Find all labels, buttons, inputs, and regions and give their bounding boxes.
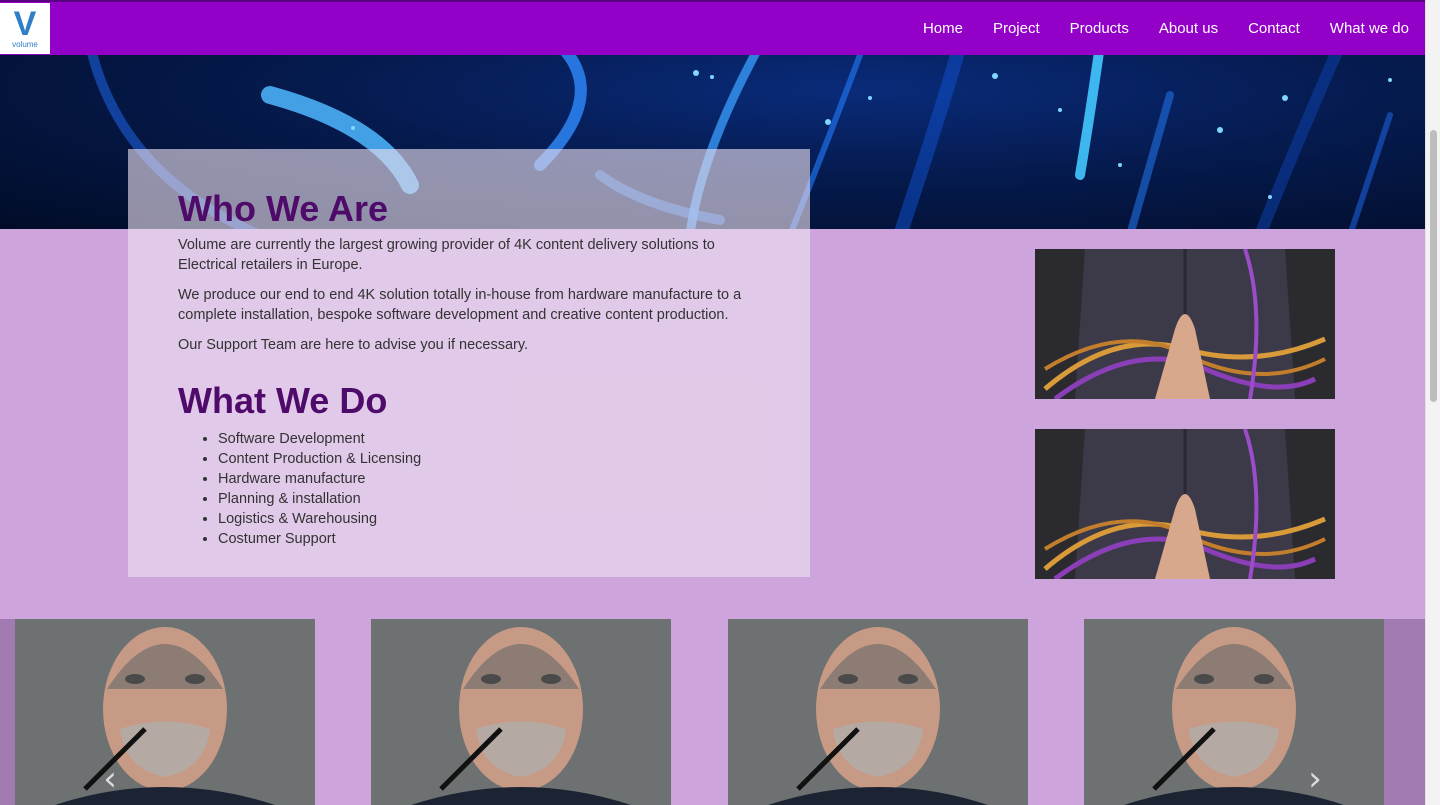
nav-about-us[interactable]: About us [1159,20,1218,37]
page: V volume Home Project Products About us … [0,0,1440,805]
brand-logo[interactable]: V volume [0,3,50,54]
service-item: Software Development [218,429,758,449]
nav-home[interactable]: Home [923,20,963,37]
carousel-portrait[interactable] [371,619,671,805]
who-we-are-paragraph: Our Support Team are here to advise you … [178,337,529,353]
carousel-edge [1384,619,1425,805]
nav-products[interactable]: Products [1070,20,1129,37]
nav-project[interactable]: Project [993,20,1040,37]
service-item: Hardware manufacture [218,469,758,489]
nav-contact[interactable]: Contact [1248,20,1300,37]
services-list: Software Development Content Production … [178,429,758,549]
carousel-portrait[interactable] [1084,619,1384,805]
service-item: Logistics & Warehousing [218,509,758,529]
logo-wordmark: volume [12,40,38,49]
page-scrollbar[interactable] [1425,0,1440,805]
intro-card: Who We Are Volume are currently the larg… [128,149,810,577]
carousel-prev-arrow-icon[interactable]: ‹ [95,759,125,799]
portrait-carousel: ‹ › [0,619,1425,805]
carousel-next-arrow-icon[interactable]: › [1300,759,1330,799]
who-we-are-heading: Who We Are [178,188,389,229]
scrollbar-thumb[interactable] [1430,130,1437,402]
what-we-do-heading: What We Do [178,380,388,421]
who-we-are-paragraph: Volume are currently the largest growing… [178,237,715,273]
service-item: Content Production & Licensing [218,449,758,469]
service-item: Costumer Support [218,529,758,549]
nav-what-we-do[interactable]: What we do [1330,20,1409,37]
carousel-portrait[interactable] [728,619,1028,805]
nav-menu: Home Project Products About us Contact W… [893,2,1409,55]
logo-letter: V [13,5,37,43]
intro-card-content: Who We Are Volume are currently the larg… [178,183,758,549]
handshake-photo [1035,249,1335,399]
who-we-are-paragraph: We produce our end to end 4K solution to… [178,287,742,323]
carousel-portrait[interactable] [15,619,315,805]
carousel-edge [0,619,15,805]
service-item: Planning & installation [218,489,758,509]
handshake-photo [1035,429,1335,579]
top-navbar: V volume Home Project Products About us … [0,0,1425,55]
